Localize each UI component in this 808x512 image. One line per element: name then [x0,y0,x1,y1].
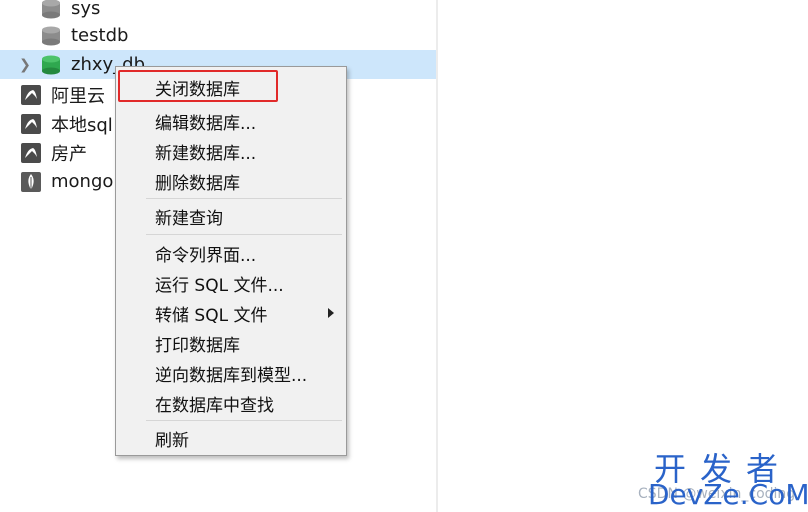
chevron-right-icon[interactable]: ❯ [18,55,32,75]
content-pane [438,0,808,512]
menu-item-new-database[interactable]: 新建数据库... [116,137,346,165]
menu-item-dump-sql-file[interactable]: 转储 SQL 文件 [116,299,346,327]
tree-item-label: 房产 [51,143,87,165]
watermark-logo: 开发者 CSDN @weixin_coding DevZe.CoM [638,444,808,512]
menu-separator [146,234,342,235]
mysql-connection-icon [21,113,41,134]
mongodb-connection-icon [21,171,41,192]
context-menu: 关闭数据库 编辑数据库... 新建数据库... 删除数据库 新建查询 命令列界面… [115,66,347,456]
menu-item-edit-database[interactable]: 编辑数据库... [116,107,346,135]
menu-item-command-line[interactable]: 命令列界面... [116,239,346,267]
menu-item-print-database[interactable]: 打印数据库 [116,329,346,357]
menu-item-refresh[interactable]: 刷新 [116,424,346,452]
menu-item-run-sql-file[interactable]: 运行 SQL 文件... [116,269,346,297]
tree-item-sys[interactable]: sys [0,0,436,23]
database-icon [42,55,60,74]
menu-item-find-in-database[interactable]: 在数据库中查找 [116,389,346,417]
tree-item-label: 阿里云 [51,85,105,107]
database-icon [42,0,60,18]
annotation-highlight-box [118,70,278,102]
tree-item-testdb[interactable]: testdb [0,21,436,50]
tree-item-label: 本地sql [51,114,113,136]
mysql-connection-icon [21,142,41,163]
menu-item-reverse-to-model[interactable]: 逆向数据库到模型... [116,359,346,387]
menu-item-delete-database[interactable]: 删除数据库 [116,167,346,195]
tree-item-label: sys [71,0,101,19]
menu-separator [146,420,342,421]
tree-item-label: testdb [71,25,129,46]
mysql-connection-icon [21,84,41,105]
database-icon [42,26,60,45]
tree-item-label: mongo [51,171,114,192]
menu-separator [146,198,342,199]
menu-item-new-query[interactable]: 新建查询 [116,202,346,230]
watermark-en-text: DevZe.CoM [648,478,808,511]
submenu-arrow-icon [328,308,334,318]
